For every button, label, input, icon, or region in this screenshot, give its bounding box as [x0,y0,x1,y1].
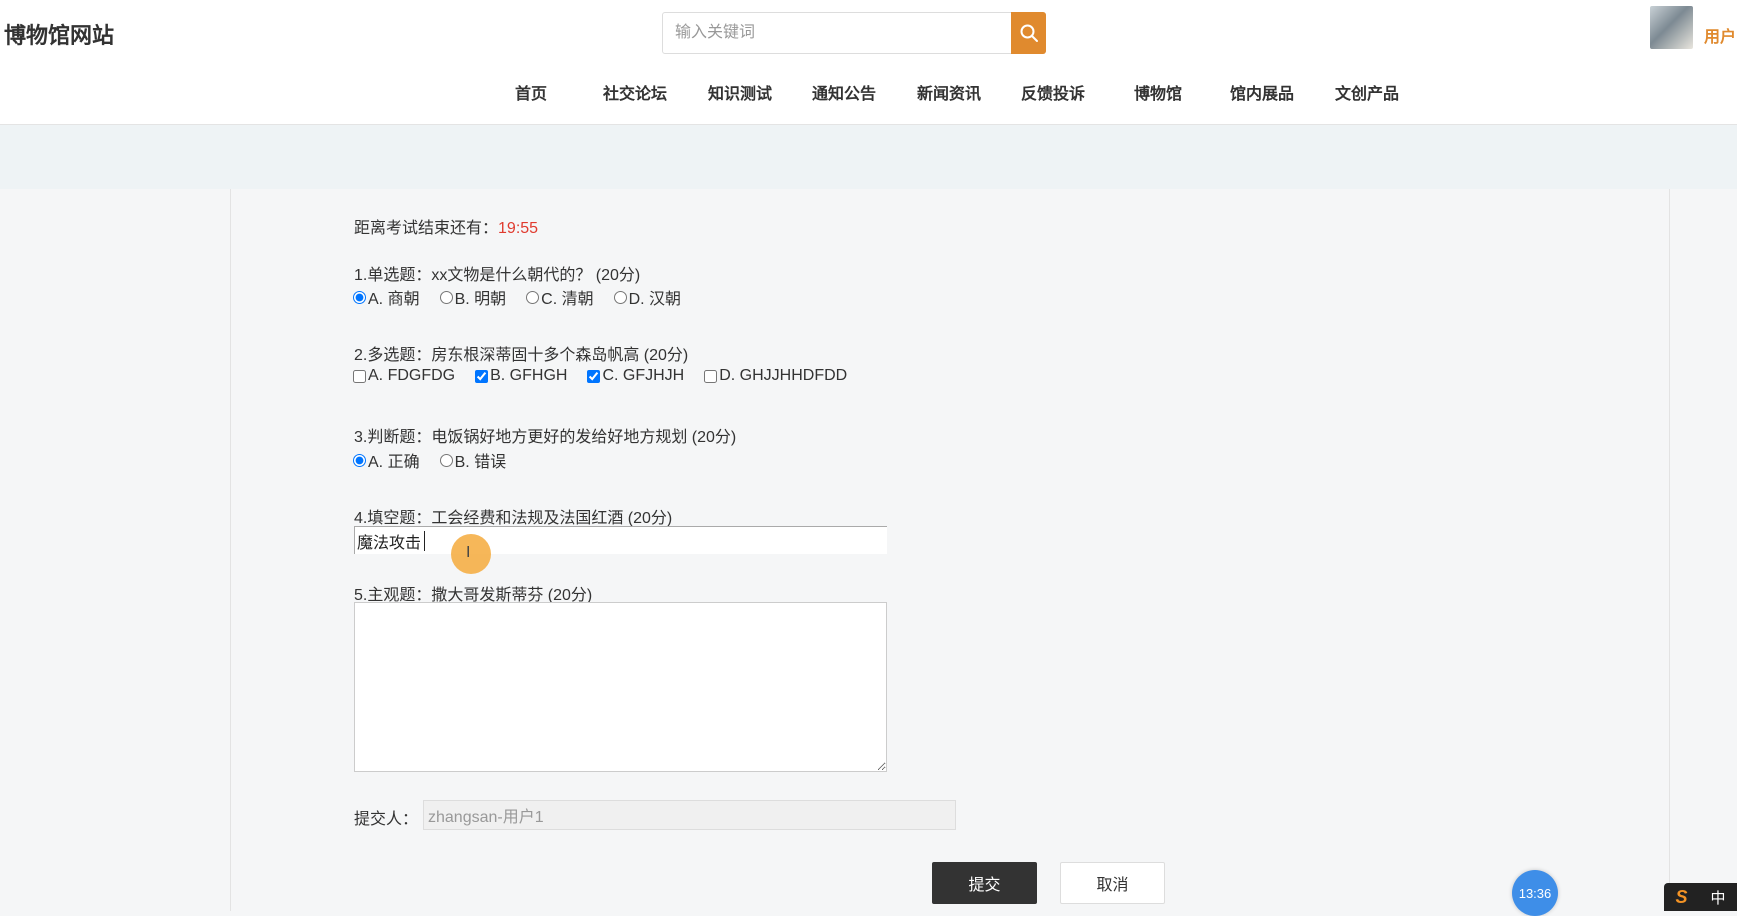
q1-option-b-label: B. 明朝 [454,291,507,308]
q1-option-c-label: C. 清朝 [541,291,594,308]
timer-label: 距离考试结束还有： [354,220,499,237]
question-1-options: A. 商朝 B. 明朝 C. 清朝 D. 汉朝 [353,285,701,309]
site-title: 博物馆网站 [4,23,115,48]
avatar[interactable] [1650,6,1693,49]
nav-item-exhibits[interactable]: 馆内展品 [1230,80,1294,104]
nav-item-forum[interactable]: 社交论坛 [603,80,667,104]
nav-item-home[interactable]: 首页 [515,80,547,104]
q2-option-d[interactable]: D. GHJJHHDFDD [704,367,847,385]
q3-option-a[interactable]: A. 正确 [353,448,420,472]
search-input[interactable] [663,13,1003,53]
main-nav: 首页 社交论坛 知识测试 通知公告 新闻资讯 反馈投诉 博物馆 馆内展品 文创产… [0,80,1737,104]
text-caret [424,531,425,551]
q2-option-a-label: A. FDGFDG [368,367,456,384]
q3-radio-b[interactable] [439,453,453,467]
question-3-options: A. 正确 B. 错误 [353,448,526,472]
q4-answer-input[interactable] [354,526,887,554]
nav-item-museum[interactable]: 博物馆 [1134,80,1182,104]
q2-checkbox-a[interactable] [353,369,366,383]
site-header: 博物馆网站 用户 首页 社交论坛 知识测试 通知公告 新闻资讯 反馈投诉 博物馆… [0,0,1737,125]
exam-timer: 距离考试结束还有：19:55 [354,214,538,238]
q1-option-b[interactable]: B. 明朝 [439,285,507,309]
ibeam-cursor-icon: I [466,544,471,561]
search-icon [1020,24,1038,42]
q1-option-d-label: D. 汉朝 [628,291,682,308]
user-link[interactable]: 用户 [1704,23,1736,47]
q2-option-b-label: B. GFHGH [490,367,568,384]
question-4-text: 4.填空题：工会经费和法规及法国红酒 (20分) [354,510,673,527]
q3-option-b-label: B. 错误 [454,454,507,471]
q5-answer-textarea[interactable] [354,602,887,772]
q2-option-a[interactable]: A. FDGFDG [353,367,455,385]
nav-item-products[interactable]: 文创产品 [1335,80,1399,104]
q3-radio-a[interactable] [353,453,366,467]
q1-option-a[interactable]: A. 商朝 [353,285,420,309]
q2-option-c-label: C. GFJHJH [602,367,685,384]
q2-option-c[interactable]: C. GFJHJH [587,367,684,385]
submitter-label: 提交人： [354,811,419,828]
q1-option-a-label: A. 商朝 [368,291,420,308]
q2-option-b[interactable]: B. GFHGH [475,367,567,385]
ime-logo-icon: S [1675,886,1688,907]
question-2-options: A. FDGFDG B. GFHGH C. GFJHJH D. GHJJHHDF… [353,367,867,385]
q1-radio-a[interactable] [353,290,366,304]
nav-item-notices[interactable]: 通知公告 [812,80,876,104]
q3-option-b[interactable]: B. 错误 [439,448,507,472]
question-1-text: 1.单选题：xx文物是什么朝代的？ (20分) [354,267,641,284]
q1-radio-c[interactable] [526,290,540,304]
q3-option-a-label: A. 正确 [368,454,420,471]
q2-checkbox-c[interactable] [587,369,601,383]
submitter-field [423,800,956,830]
question-3-text: 3.判断题：电饭锅好地方更好的发给好地方规划 (20分) [354,429,737,446]
q2-option-d-label: D. GHJJHHDFDD [719,367,848,384]
nav-item-news[interactable]: 新闻资讯 [917,80,981,104]
q1-option-d[interactable]: D. 汉朝 [613,285,682,309]
search-box [662,12,1046,54]
submit-button[interactable]: 提交 [932,862,1037,904]
q2-checkbox-b[interactable] [475,369,489,383]
click-indicator [451,534,491,574]
question-2-text: 2.多选题：房东根深蒂固十多个森岛帆高 (20分) [354,347,689,364]
q2-checkbox-d[interactable] [704,369,718,383]
ime-mode-indicator[interactable]: 中 [1710,887,1725,908]
q1-option-c[interactable]: C. 清朝 [526,285,594,309]
q1-radio-d[interactable] [613,290,627,304]
floating-clock-widget[interactable]: 13:36 [1512,870,1558,916]
banner-strip [0,125,1737,189]
timer-value: 19:55 [498,220,539,237]
ime-toolbar[interactable]: S 中 [1664,883,1737,911]
cancel-button[interactable]: 取消 [1060,862,1165,904]
search-button[interactable] [1011,12,1046,54]
nav-item-feedback[interactable]: 反馈投诉 [1021,80,1085,104]
nav-item-quiz[interactable]: 知识测试 [708,80,772,104]
q1-radio-b[interactable] [439,290,453,304]
